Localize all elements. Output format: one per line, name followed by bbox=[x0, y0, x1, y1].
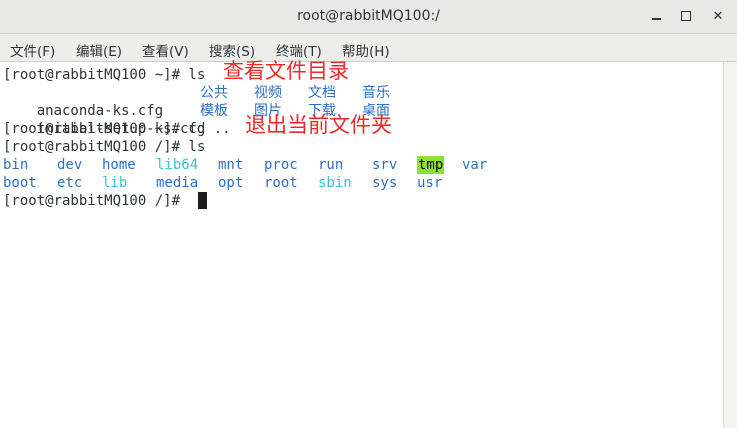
scrollbar[interactable] bbox=[723, 62, 737, 428]
terminal-line: [root@rabbitMQ100 ~]# ls bbox=[3, 67, 206, 83]
menu-help[interactable]: 帮助(H) bbox=[342, 40, 390, 60]
minimize-button[interactable] bbox=[646, 6, 666, 26]
terminal-line: [root@rabbitMQ100 ~]# cd .. bbox=[3, 121, 231, 137]
dir-home: home bbox=[102, 157, 136, 173]
terminal-line: anaconda-ks.cfg 公共 视频 文档 音乐 bbox=[3, 84, 390, 119]
terminal-line: initial-setup-ks.cfg 模板 图片 下载 桌面 bbox=[3, 102, 390, 137]
terminal-line: boot etc lib media opt root sbin sys usr bbox=[3, 174, 442, 192]
dir-music: 音乐 bbox=[362, 85, 390, 101]
dir-boot: boot bbox=[3, 175, 37, 191]
menu-terminal[interactable]: 终端(T) bbox=[276, 40, 322, 60]
title-bar: root@rabbitMQ100:/ ✕ bbox=[0, 0, 737, 34]
dir-dev: dev bbox=[57, 157, 83, 173]
link-lib: lib bbox=[102, 175, 128, 191]
menu-view[interactable]: 查看(V) bbox=[142, 40, 189, 60]
menu-file[interactable]: 文件(F) bbox=[10, 40, 55, 60]
dir-templates: 模板 bbox=[200, 103, 228, 119]
menu-edit[interactable]: 编辑(E) bbox=[76, 40, 122, 60]
dir-run: run bbox=[318, 157, 344, 173]
maximize-icon bbox=[681, 11, 691, 21]
dir-videos: 视频 bbox=[254, 85, 282, 101]
window-title: root@rabbitMQ100:/ bbox=[297, 8, 440, 24]
dir-bin: bin bbox=[3, 157, 29, 173]
terminal-line: bin dev home lib64 mnt proc run srv tmp … bbox=[3, 156, 487, 174]
dir-public: 公共 bbox=[200, 85, 228, 101]
dir-mnt: mnt bbox=[218, 157, 244, 173]
terminal-line: [root@rabbitMQ100 /]# ls bbox=[3, 139, 206, 155]
terminal-prompt: [root@rabbitMQ100 /]# bbox=[3, 193, 189, 209]
dir-opt: opt bbox=[218, 175, 244, 191]
dir-etc: etc bbox=[57, 175, 83, 191]
dir-sys: sys bbox=[372, 175, 398, 191]
dir-usr: usr bbox=[417, 175, 443, 191]
text-cursor bbox=[198, 192, 207, 209]
maximize-button[interactable] bbox=[676, 6, 696, 26]
close-icon: ✕ bbox=[712, 8, 724, 24]
link-sbin: sbin bbox=[318, 175, 352, 191]
link-lib64: lib64 bbox=[156, 157, 199, 173]
dir-documents: 文档 bbox=[308, 85, 336, 101]
dir-proc: proc bbox=[264, 157, 298, 173]
close-button[interactable]: ✕ bbox=[708, 6, 728, 26]
dir-var: var bbox=[462, 157, 488, 173]
menu-bar: 文件(F) 编辑(E) 查看(V) 搜索(S) 终端(T) 帮助(H) bbox=[0, 34, 737, 62]
menu-search[interactable]: 搜索(S) bbox=[209, 40, 255, 60]
annotation-cd: 退出当前文件夹 bbox=[245, 113, 392, 137]
annotation-ls: 查看文件目录 bbox=[223, 59, 349, 83]
minimize-icon bbox=[651, 18, 661, 20]
terminal-area[interactable]: [root@rabbitMQ100 ~]# ls anaconda-ks.cfg… bbox=[0, 59, 723, 428]
dir-srv: srv bbox=[372, 157, 398, 173]
dir-media: media bbox=[156, 175, 199, 191]
dir-root: root bbox=[264, 175, 298, 191]
dir-tmp: tmp bbox=[417, 156, 445, 174]
